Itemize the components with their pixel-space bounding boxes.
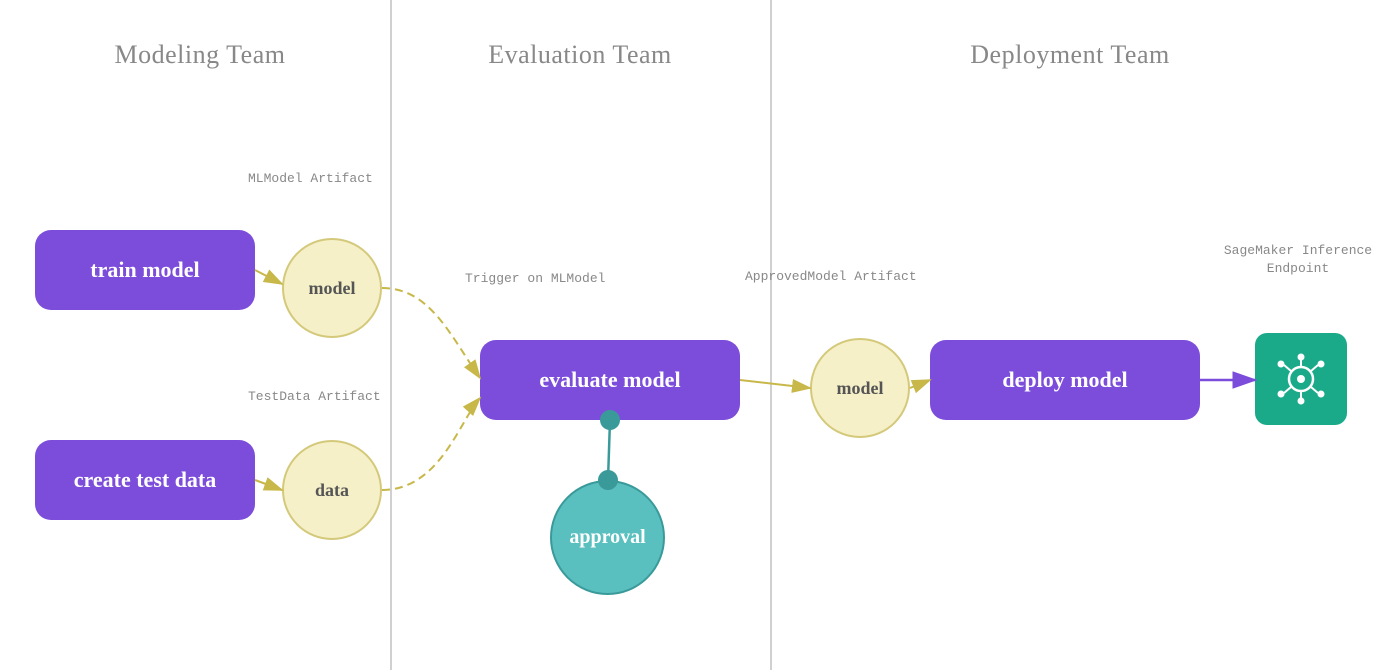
divider-1 [390, 0, 392, 670]
arrows-overlay [0, 0, 1374, 670]
sagemaker-icon [1271, 349, 1331, 409]
model-circle-1: model [282, 238, 382, 338]
evaluate-model-box: evaluate model [480, 340, 740, 420]
diagram-container: Modeling Team Evaluation Team Deployment… [0, 0, 1374, 670]
deployment-team-header: Deployment Team [790, 40, 1350, 70]
create-test-data-box: create test data [35, 440, 255, 520]
evaluation-team-header: Evaluation Team [400, 40, 760, 70]
train-model-box: train model [35, 230, 255, 310]
trigger-label: Trigger on MLModel [465, 270, 605, 288]
approval-circle: approval [550, 480, 665, 595]
testdata-artifact-label: TestData Artifact [248, 388, 381, 406]
sagemaker-label: SageMaker Inference Endpoint [1222, 242, 1374, 278]
sagemaker-endpoint-box [1255, 333, 1347, 425]
model-circle-2: model [810, 338, 910, 438]
deploy-model-box: deploy model [930, 340, 1200, 420]
modeling-team-header: Modeling Team [30, 40, 370, 70]
divider-2 [770, 0, 772, 670]
data-circle: data [282, 440, 382, 540]
approved-model-label: ApprovedModel Artifact [745, 268, 917, 286]
mlmodel-artifact-label: MLModel Artifact [248, 170, 373, 188]
